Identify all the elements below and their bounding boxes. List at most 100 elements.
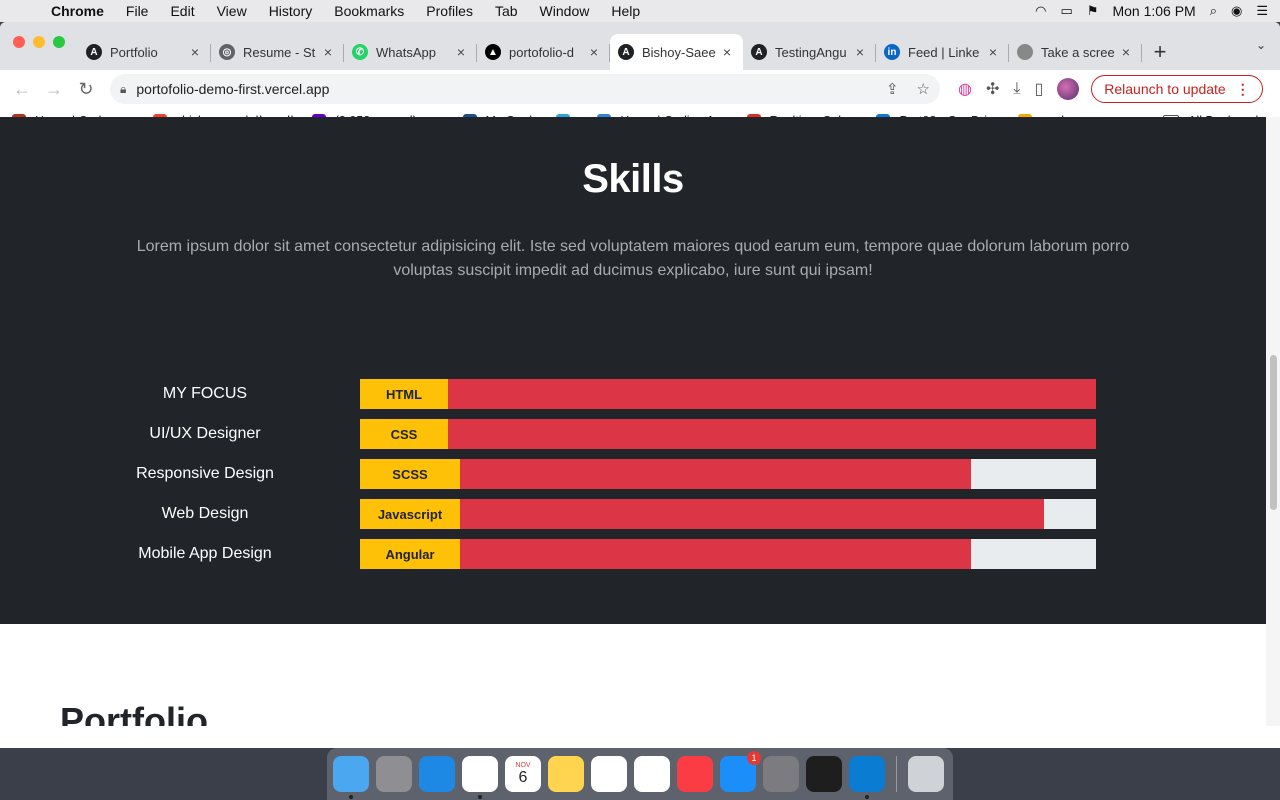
close-tab-icon[interactable]: × (1118, 44, 1134, 60)
lock-icon[interactable]: 🔒︎ (120, 82, 126, 97)
more-menu-icon[interactable]: ⋮ (1236, 81, 1250, 98)
browser-tab[interactable]: A Portfolio × (78, 34, 211, 70)
notification-badge: 1 (747, 751, 761, 765)
side-panel-icon[interactable]: ▯ (1034, 79, 1043, 99)
system-preferences-icon[interactable] (763, 756, 799, 792)
browser-tab[interactable]: ▲ portofolio-d × (477, 34, 610, 70)
browser-tab[interactable]: ◎ Resume - St × (211, 34, 344, 70)
macos-menu-bar: Chrome File Edit View History Bookmarks … (0, 0, 1280, 22)
share-icon[interactable]: ⇪ (886, 80, 899, 98)
angular-icon: A (618, 44, 634, 60)
focus-label: MY FOCUS (162, 385, 248, 402)
menu-clock[interactable]: Mon 1:06 PM (1112, 3, 1195, 19)
browser-toolbar: ← → ↻ 🔒︎ portofolio-demo-first.vercel.ap… (0, 70, 1280, 108)
close-tab-icon[interactable]: × (852, 44, 868, 60)
new-tab-button[interactable]: + (1142, 34, 1178, 70)
tab-title: TestingAngu (775, 44, 847, 60)
portfolio-section: Portfolio (0, 624, 1266, 726)
skill-name-tag: Javascript (360, 499, 460, 529)
angular-icon: A (751, 44, 767, 60)
menu-help[interactable]: Help (600, 3, 651, 19)
app-store-icon[interactable]: 1 (720, 751, 761, 792)
running-indicator (865, 795, 869, 799)
menu-history[interactable]: History (258, 3, 324, 19)
skill-progress-bar: HTML (360, 379, 1096, 409)
menu-app-name[interactable]: Chrome (40, 3, 115, 19)
apple-icon (1017, 44, 1033, 60)
menu-bookmarks[interactable]: Bookmarks (323, 3, 415, 19)
menu-edit[interactable]: Edit (159, 3, 205, 19)
tab-title: Portfolio (110, 44, 158, 60)
chrome-icon[interactable] (462, 756, 498, 799)
browser-tab[interactable]: in Feed | Linke × (876, 34, 1009, 70)
running-indicator (349, 795, 353, 799)
close-tab-icon[interactable]: × (187, 44, 203, 60)
reload-button[interactable]: ↻ (72, 75, 100, 103)
page-scrollbar[interactable] (1266, 117, 1280, 726)
skill-progress-fill (360, 499, 1045, 529)
address-bar[interactable]: 🔒︎ portofolio-demo-first.vercel.app ⇪ ☆ (110, 74, 940, 104)
reminders-icon[interactable] (591, 756, 627, 792)
relaunch-to-update-button[interactable]: Relaunch to update ⋮ (1091, 75, 1263, 103)
menu-file[interactable]: File (115, 3, 160, 19)
spotlight-search-icon[interactable]: ⌕ (1210, 3, 1217, 19)
control-center-icon[interactable]: ☰ (1256, 3, 1268, 19)
browser-tab[interactable]: ✆ WhatsApp × (344, 34, 477, 70)
tab-title: Feed | Linke (908, 44, 980, 60)
tab-title: Resume - St (243, 44, 316, 60)
menu-tab[interactable]: Tab (484, 3, 529, 19)
close-tab-icon[interactable]: × (586, 44, 602, 60)
scrollbar-thumb[interactable] (1270, 355, 1277, 510)
skill-row: UI/UX Designer CSS (0, 419, 1266, 449)
close-window-button[interactable] (13, 36, 25, 48)
browser-tab[interactable]: A Bishoy-Saee × (610, 34, 743, 70)
trash-icon[interactable] (908, 756, 944, 792)
finder-icon[interactable] (333, 756, 369, 799)
browser-tab[interactable]: A TestingAngu × (743, 34, 876, 70)
input-source-flag-icon[interactable]: ⚑ (1087, 3, 1099, 19)
battery-icon[interactable]: ▭ (1061, 3, 1073, 19)
address-url[interactable]: portofolio-demo-first.vercel.app (136, 81, 868, 97)
close-tab-icon[interactable]: × (985, 44, 1001, 60)
photos-icon[interactable] (634, 756, 670, 792)
window-controls (13, 36, 65, 48)
close-tab-icon[interactable]: × (719, 44, 735, 60)
color-picker-extension-icon[interactable]: ◍ (958, 79, 972, 99)
menu-profiles[interactable]: Profiles (415, 3, 484, 19)
vscode-icon[interactable] (849, 756, 885, 799)
calendar-day: 6 (518, 768, 528, 786)
forward-button[interactable]: → (40, 75, 68, 103)
skill-progress-bar: Angular (360, 539, 1096, 569)
bookmark-star-icon[interactable]: ☆ (917, 80, 930, 98)
launchpad-icon[interactable] (376, 756, 412, 792)
close-tab-icon[interactable]: × (453, 44, 469, 60)
menu-view[interactable]: View (206, 3, 258, 19)
browser-tab[interactable]: Take a scree × (1009, 34, 1142, 70)
close-tab-icon[interactable]: × (320, 44, 336, 60)
downloads-icon[interactable]: ⤓ (1013, 80, 1020, 98)
menu-window[interactable]: Window (529, 3, 601, 19)
tab-title: portofolio-d (509, 44, 575, 60)
back-button[interactable]: ← (8, 75, 36, 103)
siri-icon[interactable]: ◉ (1231, 3, 1242, 19)
profile-avatar[interactable] (1057, 78, 1080, 100)
notes-icon[interactable] (548, 756, 584, 792)
skill-name-tag: SCSS (360, 459, 460, 489)
safari-icon[interactable] (419, 756, 455, 792)
skills-section: Skills Lorem ipsum dolor sit amet consec… (0, 117, 1266, 624)
calendar-month: NOV (515, 761, 531, 769)
skill-name-tag: CSS (360, 419, 448, 449)
tab-search-chevron-icon[interactable]: ⌄ (1256, 38, 1266, 52)
minimize-window-button[interactable] (33, 36, 45, 48)
skill-name-tag: HTML (360, 379, 448, 409)
skill-row: MY FOCUS HTML (0, 379, 1266, 409)
music-icon[interactable] (677, 756, 713, 792)
zoom-window-button[interactable] (53, 36, 65, 48)
focus-label: Responsive Design (136, 465, 274, 482)
extensions-puzzle-icon[interactable]: ✣ (986, 79, 999, 99)
terminal-icon[interactable] (806, 756, 842, 792)
calendar-icon[interactable]: NOV 6 (505, 756, 541, 792)
dock-separator (896, 756, 897, 792)
tab-strip: A Portfolio × ◎ Resume - St × ✆ WhatsApp × ▲ porto… (0, 22, 1280, 70)
wifi-icon[interactable]: ◠ (1035, 3, 1046, 19)
